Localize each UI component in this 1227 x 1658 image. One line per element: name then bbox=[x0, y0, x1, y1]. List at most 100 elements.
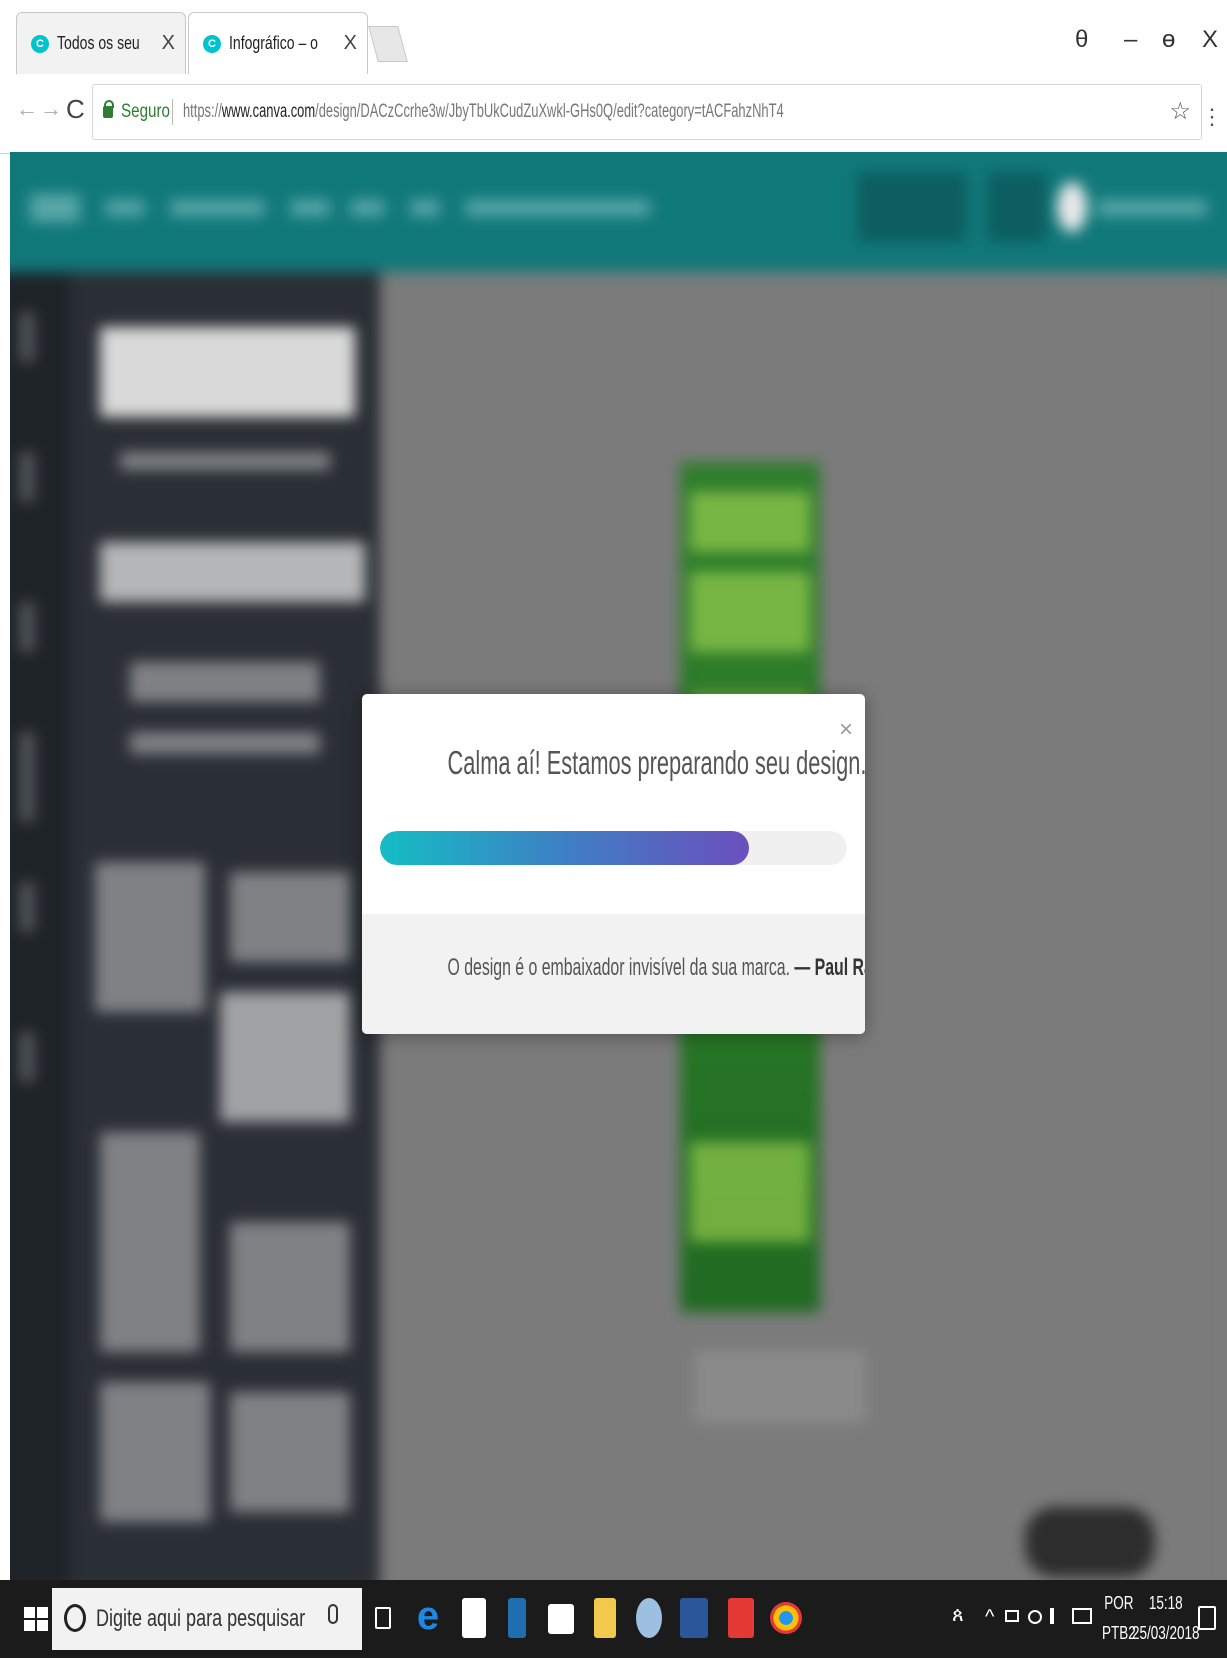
header-menu-item bbox=[410, 200, 440, 216]
modal-quote: O design é o embaixador invisível da sua… bbox=[448, 954, 865, 982]
back-button[interactable]: ← bbox=[16, 96, 38, 122]
tab-close-icon[interactable]: X bbox=[162, 32, 175, 55]
keyboard-icon[interactable] bbox=[1072, 1608, 1092, 1624]
address-bar[interactable]: Seguro https://www.canva.com/design/DACz… bbox=[92, 84, 1202, 140]
avatar bbox=[1057, 182, 1087, 232]
tray-chevron-icon[interactable]: ^ bbox=[985, 1606, 994, 1629]
word-icon[interactable] bbox=[680, 1598, 708, 1638]
header-menu-item bbox=[465, 200, 650, 216]
quote-text: O design é o embaixador invisível da sua… bbox=[447, 954, 791, 981]
clock-time: 15:18 bbox=[1148, 1593, 1183, 1613]
secure-label: Seguro bbox=[121, 101, 171, 122]
notifications-icon[interactable] bbox=[1198, 1606, 1216, 1630]
url-text[interactable]: https://www.canva.com/design/DACzCcrhe3w… bbox=[183, 101, 784, 123]
acrobat-icon[interactable] bbox=[728, 1598, 754, 1638]
progress-bar bbox=[380, 831, 847, 865]
quote-author: — Paul Rand bbox=[794, 954, 865, 981]
people-icon[interactable]: ጰ bbox=[952, 1604, 964, 1627]
panel-hint bbox=[120, 452, 330, 470]
preview-block bbox=[690, 572, 810, 652]
panel-subheading-block bbox=[130, 662, 320, 702]
modal-close-icon[interactable]: × bbox=[839, 718, 853, 742]
taskbar-search-placeholder: Digite aqui para pesquisar bbox=[96, 1605, 306, 1632]
lock-icon bbox=[103, 100, 114, 118]
store-icon[interactable] bbox=[462, 1598, 486, 1638]
restore-button[interactable]: ɵ bbox=[1162, 26, 1175, 54]
template-thumb bbox=[230, 1222, 350, 1352]
template-thumb bbox=[100, 1132, 200, 1352]
taskbar-search-box[interactable]: Digite aqui para pesquisar bbox=[52, 1588, 362, 1650]
browser-tabstrip: C Todos os seus designs - X C Infográfic… bbox=[0, 0, 1227, 74]
tab-title: Infográfico – o bbox=[229, 33, 318, 53]
minimize-button[interactable]: – bbox=[1124, 26, 1137, 54]
cortana-icon bbox=[64, 1604, 86, 1632]
preview-block bbox=[690, 1142, 810, 1242]
tab-infografico[interactable]: C Infográfico – o X bbox=[188, 12, 368, 74]
task-view-icon[interactable] bbox=[375, 1607, 391, 1629]
clock[interactable]: 15:18 25/03/2018 bbox=[1132, 1588, 1200, 1648]
header-menu-item bbox=[290, 200, 330, 216]
file-explorer-icon[interactable] bbox=[594, 1598, 616, 1638]
panel-body-block bbox=[130, 732, 320, 754]
profile-icon[interactable]: θ bbox=[1075, 26, 1088, 54]
modal-title: Calma aí! Estamos preparando seu design.… bbox=[447, 744, 865, 781]
screen: C Todos os seus designs - X C Infográfic… bbox=[0, 0, 1227, 1658]
preview-block bbox=[690, 492, 810, 552]
tab-all-designs[interactable]: C Todos os seus designs - X bbox=[16, 12, 186, 74]
url-path: /design/DACzCcrhe3w/JbyTbUkCudZuXwkl-GHs… bbox=[315, 101, 784, 122]
template-thumb bbox=[100, 1382, 210, 1522]
media-icon[interactable] bbox=[636, 1598, 662, 1638]
tab-close-icon[interactable]: X bbox=[344, 32, 357, 55]
language-code: POR bbox=[1104, 1593, 1134, 1613]
template-thumb bbox=[230, 1392, 350, 1512]
browser-menu-icon[interactable]: ⋮ bbox=[1201, 104, 1223, 130]
panel-heading-block bbox=[100, 542, 365, 602]
rail-item bbox=[20, 312, 34, 362]
rail-item bbox=[20, 1032, 34, 1082]
canva-logo bbox=[30, 194, 80, 222]
address-separator bbox=[172, 99, 174, 125]
loading-modal: × Calma aí! Estamos preparando seu desig… bbox=[362, 694, 865, 1034]
bookmark-star-icon[interactable]: ☆ bbox=[1169, 97, 1191, 126]
close-window-button[interactable]: X bbox=[1202, 26, 1218, 54]
network-icon[interactable] bbox=[1005, 1610, 1019, 1622]
template-thumb bbox=[230, 872, 350, 962]
url-scheme: https:// bbox=[183, 101, 223, 122]
header-menu-item bbox=[1097, 200, 1207, 216]
new-tab-button[interactable] bbox=[368, 26, 408, 62]
side-rail bbox=[10, 272, 70, 1580]
side-panel bbox=[70, 272, 380, 1580]
header-menu-item bbox=[105, 200, 145, 216]
forward-button[interactable]: → bbox=[40, 96, 62, 122]
mail-icon[interactable] bbox=[548, 1604, 574, 1634]
canva-favicon-icon: C bbox=[31, 34, 49, 53]
header-menu-item bbox=[170, 200, 265, 216]
tab-title: Todos os seus designs - bbox=[57, 33, 139, 53]
download-button bbox=[987, 172, 1047, 242]
app-icon[interactable] bbox=[508, 1598, 526, 1638]
rail-item bbox=[20, 602, 34, 652]
add-page-button bbox=[695, 1352, 865, 1422]
wifi-icon[interactable] bbox=[1028, 1610, 1042, 1624]
reload-button[interactable]: C bbox=[66, 94, 85, 125]
windows-start-icon[interactable] bbox=[24, 1607, 48, 1631]
clock-date: 25/03/2018 bbox=[1132, 1623, 1200, 1643]
rail-item bbox=[20, 882, 34, 932]
rail-item bbox=[20, 452, 34, 502]
edge-icon[interactable]: e bbox=[412, 1596, 444, 1638]
chrome-icon[interactable] bbox=[770, 1602, 802, 1634]
keyboard-layout: PTB2 bbox=[1102, 1623, 1136, 1643]
modal-footer: O design é o embaixador invisível da sua… bbox=[362, 914, 865, 1034]
template-thumb bbox=[95, 862, 205, 1012]
microphone-icon[interactable] bbox=[328, 1604, 338, 1624]
browser-toolbar: ← → C Seguro https://www.canva.com/desig… bbox=[0, 74, 1227, 154]
canva-favicon-icon: C bbox=[203, 34, 221, 53]
share-button bbox=[857, 172, 967, 242]
volume-icon[interactable] bbox=[1050, 1608, 1066, 1624]
rail-item bbox=[20, 732, 34, 822]
panel-search-field bbox=[100, 327, 355, 417]
canva-header bbox=[10, 152, 1227, 272]
progress-fill bbox=[380, 831, 749, 865]
language-indicator[interactable]: POR PTB2 bbox=[1102, 1588, 1136, 1648]
template-thumb bbox=[220, 992, 350, 1122]
